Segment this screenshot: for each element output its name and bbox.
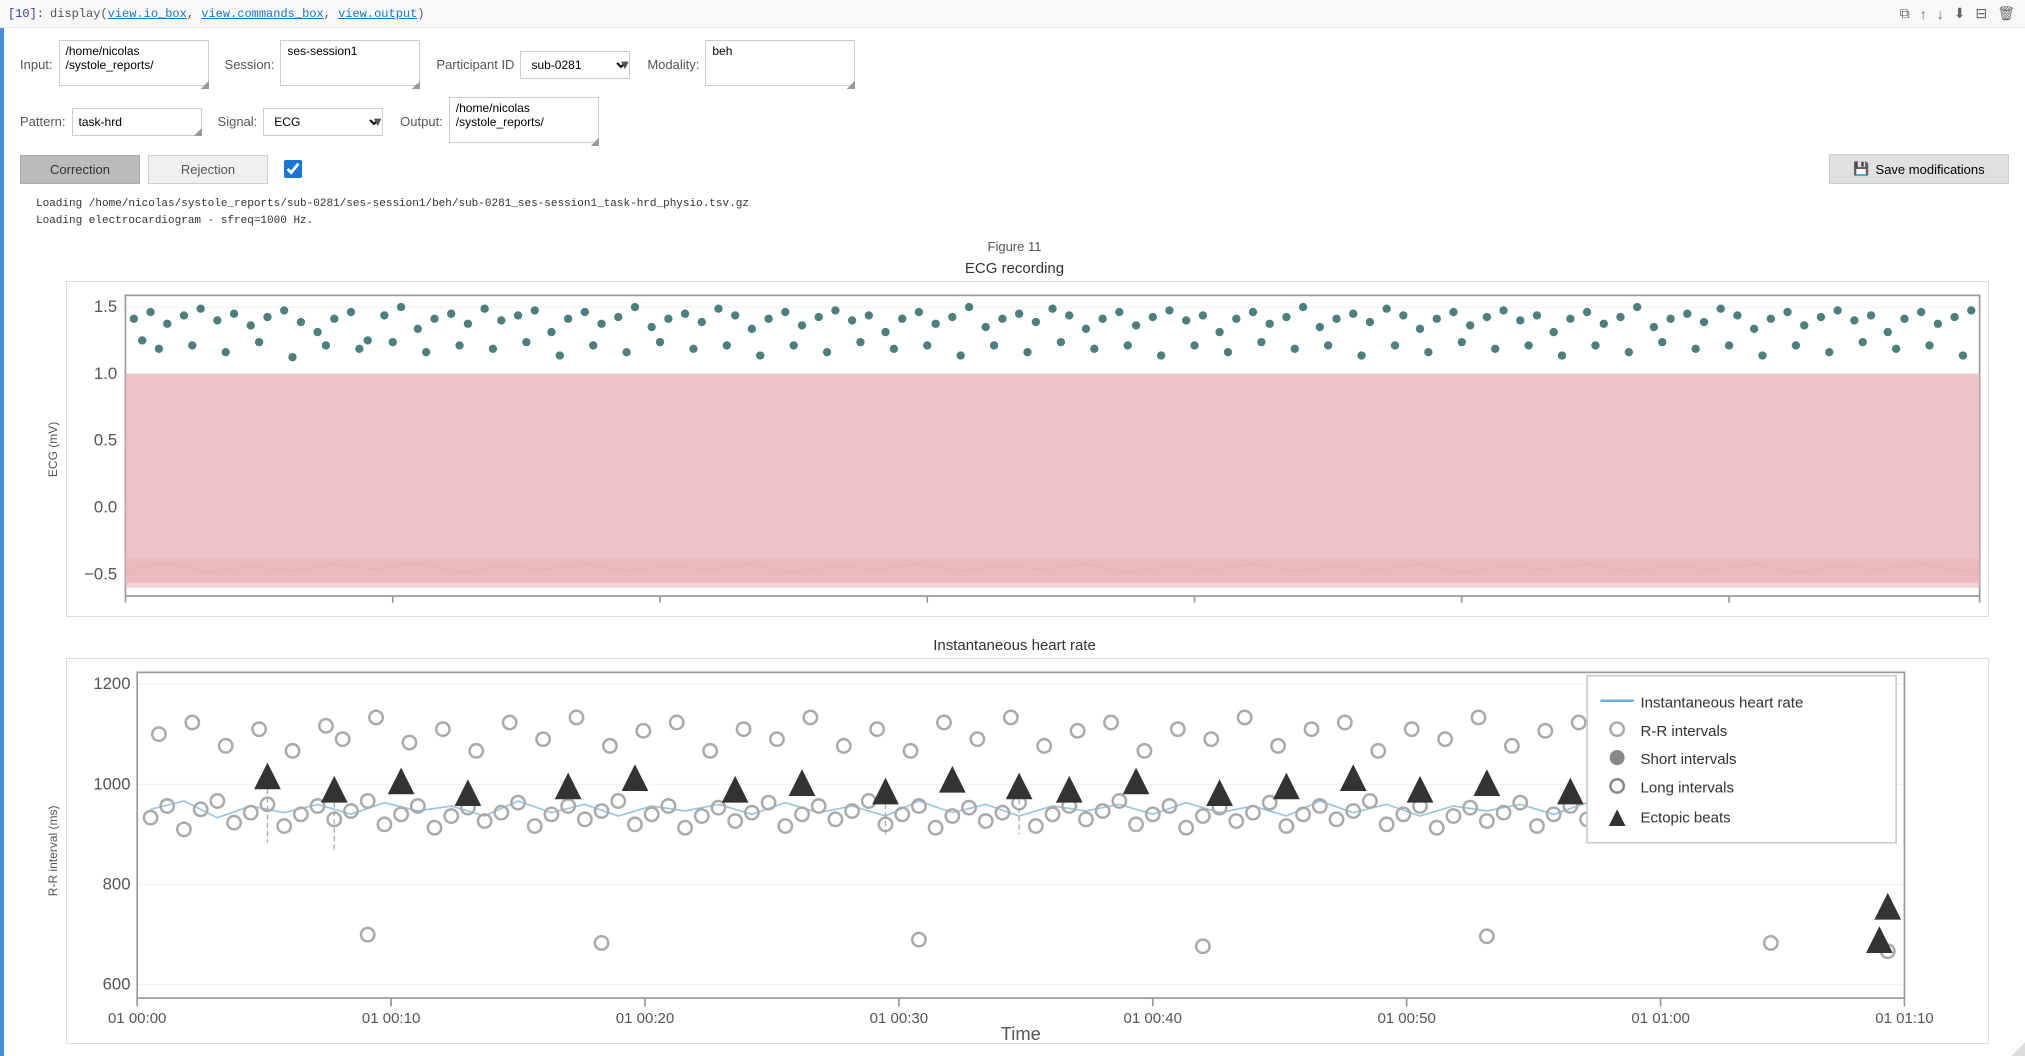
save-button[interactable]: 💾 Save modifications: [1829, 154, 2009, 184]
pattern-input[interactable]: [72, 108, 202, 136]
code-link-io[interactable]: view.io_box: [108, 7, 187, 21]
svg-text:1.5: 1.5: [94, 297, 117, 316]
ecg-y-axis-label: ECG (mV): [40, 281, 66, 617]
svg-text:Time: Time: [1001, 1023, 1041, 1044]
code-link-output[interactable]: view.output: [338, 7, 417, 21]
download-button[interactable]: ⬇: [1952, 3, 1968, 24]
correction-tab[interactable]: Correction: [20, 155, 140, 184]
svg-text:01 00:10: 01 00:10: [362, 1010, 420, 1027]
output-log: Loading /home/nicolas/systole_reports/su…: [20, 192, 2009, 233]
move-up-button[interactable]: ↑: [1918, 3, 1929, 24]
pattern-field: Pattern:: [20, 108, 202, 136]
output-textarea-wrapper: /home/nicolas /systole_reports/: [449, 97, 599, 146]
svg-text:01 00:20: 01 00:20: [616, 1010, 674, 1027]
output-line-2: Loading electrocardiogram - sfreq=1000 H…: [36, 213, 1993, 230]
hr-chart-container: Instantaneous heart rate R-R interval (m…: [40, 637, 1989, 1044]
cell-code: display(view.io_box, view.commands_box, …: [50, 7, 424, 21]
copy-button[interactable]: ⧉: [1898, 3, 1912, 24]
input-label: Input:: [20, 57, 53, 72]
cell-number: [10]:: [8, 7, 44, 21]
pattern-resize-handle[interactable]: [194, 128, 202, 136]
delete-button[interactable]: 🗑: [1995, 3, 2017, 24]
output-input[interactable]: /home/nicolas /systole_reports/: [449, 97, 599, 143]
save-label: Save modifications: [1876, 162, 1985, 177]
svg-text:0.0: 0.0: [94, 498, 117, 517]
input-resize-handle[interactable]: [201, 81, 209, 89]
toggle-checkbox[interactable]: [284, 160, 302, 178]
svg-text:Instantaneous heart rate: Instantaneous heart rate: [1641, 695, 1804, 712]
svg-text:Ectopic beats: Ectopic beats: [1641, 810, 1731, 827]
button-row: Correction Rejection 💾 Save modification…: [20, 154, 2009, 184]
svg-text:01 00:40: 01 00:40: [1124, 1010, 1182, 1027]
hr-chart-title: Instantaneous heart rate: [40, 637, 1989, 654]
modality-textarea-wrapper: beh: [705, 40, 855, 89]
cell-body: Input: /home/nicolas /systole_reports/ S…: [0, 28, 2025, 1056]
svg-text:1.0: 1.0: [94, 364, 117, 383]
modality-field: Modality: beh: [647, 40, 855, 89]
figure-label: Figure 11: [20, 239, 2009, 254]
controls-area: Input: /home/nicolas /systole_reports/ S…: [4, 28, 2025, 1056]
ecg-chart-title: ECG recording: [40, 260, 1989, 277]
modality-resize-handle[interactable]: [847, 81, 855, 89]
output-label: Output:: [400, 114, 443, 129]
signal-field: Signal: ECG PPG ▼: [218, 108, 385, 136]
svg-text:600: 600: [103, 975, 131, 994]
svg-text:−0.5: −0.5: [84, 564, 117, 583]
session-field: Session: ses-session1: [225, 40, 421, 89]
svg-text:Short intervals: Short intervals: [1641, 751, 1737, 768]
svg-text:1200: 1200: [93, 674, 130, 693]
session-label: Session:: [225, 57, 275, 72]
signal-label: Signal:: [218, 114, 258, 129]
input-textarea[interactable]: /home/nicolas /systole_reports/: [59, 40, 209, 86]
svg-text:1000: 1000: [93, 774, 130, 793]
svg-text:Long intervals: Long intervals: [1641, 780, 1735, 797]
cell-header: [10]: display(view.io_box, view.commands…: [0, 0, 2025, 28]
hr-y-axis-label: R-R interval (ms): [40, 658, 66, 1044]
checkbox-wrapper: [284, 160, 302, 178]
svg-text:01 00:00: 01 00:00: [108, 1010, 166, 1027]
cell-toolbar: ⧉ ↑ ↓ ⬇ ⊟ 🗑: [1898, 3, 2017, 24]
svg-text:01 01:00: 01 01:00: [1631, 1010, 1689, 1027]
ecg-chart-svg[interactable]: 1.5 1.0 0.5 0.0 −0.5: [66, 281, 1989, 617]
hr-chart-svg[interactable]: 1200 1000 800 600: [66, 658, 1989, 1044]
rejection-tab[interactable]: Rejection: [148, 155, 268, 184]
signal-select[interactable]: ECG PPG: [263, 108, 383, 136]
output-field: Output: /home/nicolas /systole_reports/: [400, 97, 599, 146]
input-textarea-wrapper: /home/nicolas /systole_reports/: [59, 40, 209, 89]
svg-text:R-R intervals: R-R intervals: [1641, 723, 1728, 740]
split-button[interactable]: ⊟: [1973, 3, 1989, 24]
input-field: Input: /home/nicolas /systole_reports/: [20, 40, 209, 89]
pattern-textarea-wrapper: [72, 108, 202, 136]
modality-label: Modality:: [647, 57, 699, 72]
jupyter-cell: [10]: display(view.io_box, view.commands…: [0, 0, 2025, 1056]
session-textarea-wrapper: ses-session1: [280, 40, 420, 89]
participant-label: Participant ID: [436, 57, 514, 72]
pattern-label: Pattern:: [20, 114, 66, 129]
output-resize-handle[interactable]: [591, 138, 599, 146]
session-input[interactable]: ses-session1: [280, 40, 420, 86]
participant-select[interactable]: sub-0281: [520, 51, 630, 79]
move-down-button[interactable]: ↓: [1935, 3, 1946, 24]
svg-text:01 00:30: 01 00:30: [870, 1010, 928, 1027]
session-resize-handle[interactable]: [412, 81, 420, 89]
modality-input[interactable]: beh: [705, 40, 855, 86]
svg-text:01 01:10: 01 01:10: [1875, 1010, 1933, 1027]
participant-field: Participant ID sub-0281 ▼: [436, 51, 631, 79]
form-row-2: Pattern: Signal: ECG PPG ▼: [20, 97, 2009, 146]
svg-text:01 00:50: 01 00:50: [1377, 1010, 1435, 1027]
charts-area: ECG recording ECG (mV) 1.5 1.0 0.5 0.0 −…: [20, 260, 2009, 1044]
hr-chart-wrapper: R-R interval (ms) 1200 1000 800 600: [40, 658, 1989, 1044]
svg-text:0.5: 0.5: [94, 431, 117, 450]
output-line-1: Loading /home/nicolas/systole_reports/su…: [36, 196, 1993, 213]
svg-text:800: 800: [103, 875, 131, 894]
cell-content: Input: /home/nicolas /systole_reports/ S…: [4, 28, 2025, 1056]
code-link-commands[interactable]: view.commands_box: [201, 7, 323, 21]
ecg-chart-container: ECG recording ECG (mV) 1.5 1.0 0.5 0.0 −…: [40, 260, 1989, 617]
save-icon: 💾: [1853, 161, 1869, 177]
ecg-chart-wrapper: ECG (mV) 1.5 1.0 0.5 0.0 −0.5: [40, 281, 1989, 617]
form-row-1: Input: /home/nicolas /systole_reports/ S…: [20, 40, 2009, 89]
